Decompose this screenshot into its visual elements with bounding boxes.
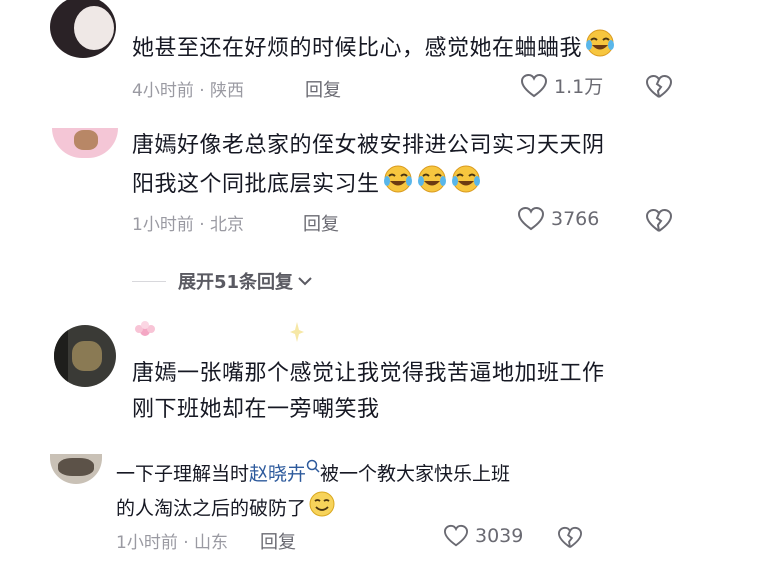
timestamp: 1小时前 [116, 533, 178, 553]
dislike-button[interactable] [645, 208, 673, 238]
laugh-cry-emoji [416, 164, 448, 206]
dislike-button[interactable] [557, 526, 583, 554]
mention-link[interactable]: 赵晓卉 [249, 463, 306, 485]
comment-line: 唐嫣好像老总家的侄女被安排进公司实习天天阴 [132, 133, 605, 158]
comment-line: 阳我这个同批底层实习生 [132, 164, 605, 206]
dislike-button[interactable] [645, 74, 673, 104]
avatar[interactable] [50, 454, 102, 484]
comment-line: 唐嫣一张嘴那个感觉让我觉得我苦逼地加班工作 [132, 361, 605, 386]
chevron-down-icon [298, 277, 312, 286]
decoration-sparkle-icon [290, 322, 304, 342]
like-count: 3039 [475, 525, 524, 547]
laugh-cry-emoji [584, 28, 616, 70]
location: 陕西 [210, 81, 245, 101]
timestamp: 4小时前 [132, 81, 194, 101]
avatar[interactable] [54, 325, 116, 387]
comment-line: 一下子理解当时赵晓卉 被一个教大家快乐上班 [116, 458, 510, 490]
heart-outline-icon [443, 524, 469, 547]
comment-line: 刚下班她却在一旁嘲笑我 [132, 397, 380, 422]
expand-replies-button[interactable]: 展开51条回复 [178, 268, 313, 294]
comment-text: 她甚至还在好烦的时候比心，感觉她在蛐蛐我 [132, 28, 616, 70]
location: 山东 [194, 533, 229, 553]
avatar[interactable] [52, 128, 118, 158]
smile-emoji [308, 490, 336, 528]
comment-text: 唐嫣好像老总家的侄女被安排进公司实习天天阴 阳我这个同批底层实习生 [132, 128, 605, 206]
heart-outline-icon [520, 73, 548, 97]
comment-meta: 4小时前 · 陕西 [132, 81, 245, 101]
laugh-cry-emoji [382, 164, 414, 206]
comment-text: 唐嫣一张嘴那个感觉让我觉得我苦逼地加班工作 刚下班她却在一旁嘲笑我 [132, 356, 605, 428]
comment-line: 的人淘汰之后的破防了 [116, 490, 510, 528]
reply-button[interactable]: 回复 [305, 76, 341, 102]
broken-heart-icon [557, 526, 583, 548]
avatar[interactable] [50, 0, 116, 58]
like-button[interactable]: 1.1万 [520, 72, 603, 99]
expand-replies-label: 展开51条回复 [178, 272, 294, 293]
comment-meta: 1小时前 · 北京 [132, 215, 245, 235]
decoration-flower-icon [135, 321, 155, 336]
timestamp: 1小时前 [132, 215, 194, 235]
like-count: 1.1万 [554, 76, 604, 98]
like-count: 3766 [551, 208, 600, 230]
laugh-cry-emoji [450, 164, 482, 206]
search-mini-icon [306, 459, 320, 473]
divider [132, 281, 166, 282]
like-button[interactable]: 3039 [443, 524, 523, 548]
broken-heart-icon [645, 208, 673, 232]
comment-meta: 1小时前 · 山东 [116, 533, 229, 553]
reply-button[interactable]: 回复 [303, 210, 339, 236]
location: 北京 [210, 215, 245, 235]
heart-outline-icon [517, 206, 545, 231]
reply-button[interactable]: 回复 [260, 528, 296, 554]
broken-heart-icon [645, 74, 673, 98]
comment-text: 一下子理解当时赵晓卉 被一个教大家快乐上班 的人淘汰之后的破防了 [116, 458, 510, 528]
like-button[interactable]: 3766 [517, 206, 599, 232]
